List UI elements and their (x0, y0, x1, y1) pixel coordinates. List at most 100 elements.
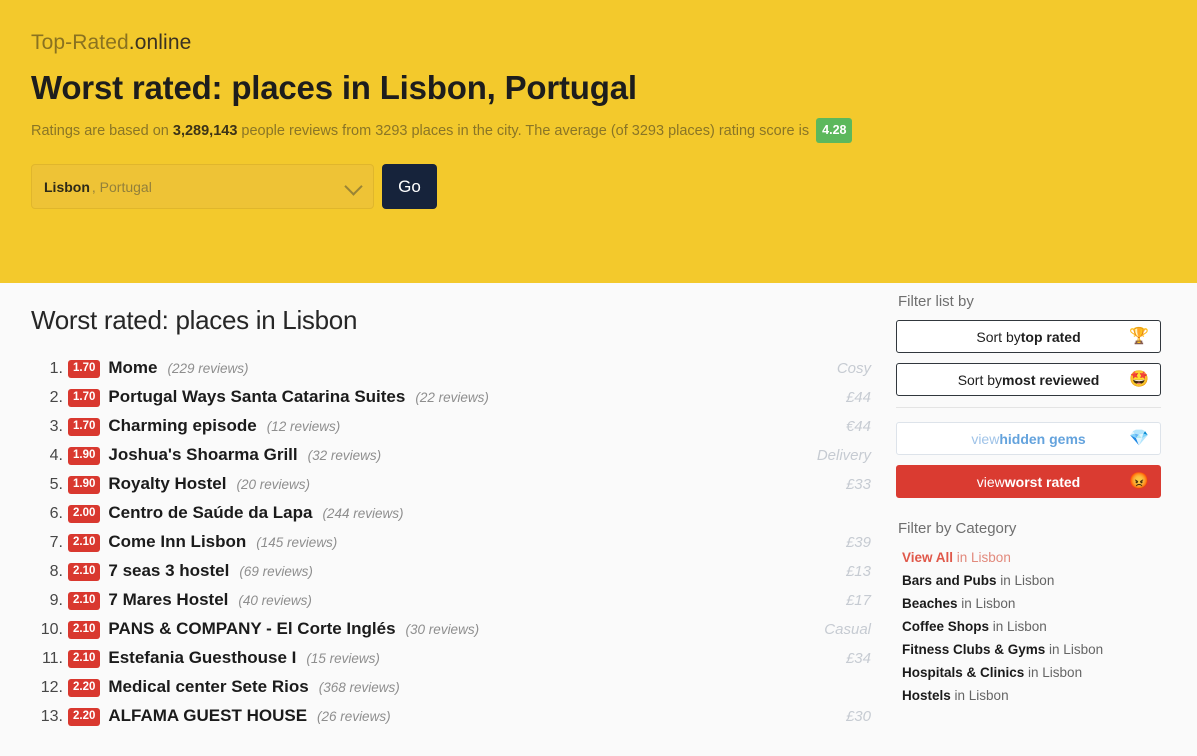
sidebar: Filter list by Sort by top rated 🏆 Sort … (896, 283, 1161, 735)
worst-rated-strong: worst rated (1004, 473, 1081, 490)
list-heading: Worst rated: places in Lisbon (31, 305, 358, 335)
place-name[interactable]: Centro de Saúde da Lapa (108, 503, 312, 523)
sidebar-divider (896, 407, 1161, 408)
list-item[interactable]: 10. 2.10 PANS & COMPANY - El Corte Inglés (… (31, 619, 876, 648)
rank-number: 9. (49, 592, 63, 609)
place-name[interactable]: Medical center Sete Rios (108, 677, 308, 697)
place-tag: Cosy (836, 360, 871, 377)
list-item[interactable]: 3. 1.70 Charming episode (12 reviews) €44 (31, 416, 876, 445)
page-title: Worst rated: places in Lisbon, Portugal (31, 69, 637, 106)
category-name: Fitness Clubs & Gyms (902, 642, 1046, 657)
total-reviews-count: 3,289,143 (172, 123, 238, 139)
review-count: (69 reviews) (239, 564, 313, 579)
score-badge: 2.00 (68, 505, 101, 523)
category-suffix: in Lisbon (1024, 665, 1083, 680)
city-search-row: Lisbon, Portugal Go (31, 164, 1197, 209)
rank-number: 4. (49, 447, 63, 464)
rank-number: 2. (49, 389, 63, 406)
place-name[interactable]: Portugal Ways Santa Catarina Suites (108, 387, 405, 407)
list-item[interactable]: 4. 1.90 Joshua's Shoarma Grill (32 reviews)… (31, 445, 876, 474)
place-tag: £39 (845, 534, 871, 551)
place-name[interactable]: 7 Mares Hostel (108, 590, 228, 610)
category-name: Coffee Shops (902, 619, 990, 634)
rank-number: 12. (40, 679, 63, 696)
category-name: Hostels (902, 688, 951, 703)
city-select-city: Lisbon (44, 178, 90, 195)
city-select[interactable]: Lisbon, Portugal (31, 164, 374, 209)
place-name[interactable]: Charming episode (108, 416, 256, 436)
place-tag: €44 (845, 418, 871, 435)
list-item[interactable]: 5. 1.90 Royalty Hostel (20 reviews) £33 (31, 474, 876, 503)
place-name[interactable]: Mome (108, 358, 157, 378)
place-tag: £44 (845, 389, 871, 406)
place-name[interactable]: ALFAMA GUEST HOUSE (108, 706, 307, 726)
list-item[interactable]: 6. 2.00 Centro de Saúde da Lapa (244 review… (31, 503, 876, 532)
list-item[interactable]: 11. 2.10 Estefania Guesthouse I (15 reviews… (31, 648, 876, 677)
place-tag: Delivery (816, 447, 871, 464)
hidden-gems-strong: hidden gems (999, 430, 1086, 447)
list-item[interactable]: 13. 2.20 ALFAMA GUEST HOUSE (26 reviews) £30 (31, 706, 876, 735)
category-item[interactable]: View All in Lisbon (902, 546, 1161, 569)
place-name[interactable]: Royalty Hostel (108, 474, 226, 494)
category-suffix: in Lisbon (996, 573, 1055, 588)
page-body: Worst rated: places in Lisbon 1. 1.70 Mome… (0, 283, 1197, 735)
score-badge: 2.20 (68, 708, 101, 726)
place-tag: £13 (845, 563, 871, 580)
score-badge: 2.10 (68, 650, 101, 668)
review-count: (145 reviews) (256, 535, 338, 550)
category-suffix: in Lisbon (953, 550, 1011, 565)
category-name: Beaches (902, 596, 958, 611)
average-score-badge: 4.28 (816, 118, 853, 143)
score-badge: 1.90 (68, 447, 101, 465)
list-item[interactable]: 1. 1.70 Mome (229 reviews) Cosy (31, 358, 876, 387)
category-item[interactable]: Fitness Clubs & Gyms in Lisbon (902, 638, 1161, 661)
sort-by-top-rated-button[interactable]: Sort by top rated 🏆 (896, 320, 1161, 353)
sort-top-rated-strong: top rated (1020, 328, 1081, 345)
summary-prefix: Ratings are based on (31, 123, 173, 139)
hidden-gems-prefix: view (971, 430, 1000, 447)
review-count: (368 reviews) (318, 680, 400, 695)
star-struck-icon: 🤩 (1129, 370, 1149, 388)
place-tag: £33 (845, 476, 871, 493)
list-item[interactable]: 12. 2.20 Medical center Sete Rios (368 revi… (31, 677, 876, 706)
category-item[interactable]: Beaches in Lisbon (902, 592, 1161, 615)
city-select-country: , Portugal (91, 178, 152, 195)
place-name[interactable]: Estefania Guesthouse I (108, 648, 296, 668)
site-logo[interactable]: Top-Rated.online (31, 30, 1197, 56)
sort-by-most-reviewed-button[interactable]: Sort by most reviewed 🤩 (896, 363, 1161, 396)
filter-list-heading: Filter list by (898, 293, 974, 310)
score-badge: 1.70 (68, 418, 101, 436)
view-worst-rated-button[interactable]: view worst rated 😡 (896, 465, 1161, 498)
site-header: Top-Rated.online Worst rated: places in … (0, 0, 1197, 283)
place-tag: £34 (845, 650, 871, 667)
sort-most-reviewed-strong: most reviewed (1002, 371, 1100, 388)
list-item[interactable]: 7. 2.10 Come Inn Lisbon (145 reviews) £39 (31, 532, 876, 561)
view-hidden-gems-button[interactable]: view hidden gems 💎 (896, 422, 1161, 455)
place-name[interactable]: Come Inn Lisbon (108, 532, 246, 552)
score-badge: 2.20 (68, 679, 101, 697)
main-column: Worst rated: places in Lisbon 1. 1.70 Mome… (31, 283, 876, 735)
category-item[interactable]: Hostels in Lisbon (902, 684, 1161, 707)
category-item[interactable]: Bars and Pubs in Lisbon (902, 569, 1161, 592)
review-count: (26 reviews) (317, 709, 391, 724)
review-count: (229 reviews) (167, 361, 249, 376)
list-item[interactable]: 8. 2.10 7 seas 3 hostel (69 reviews) £13 (31, 561, 876, 590)
review-count: (244 reviews) (322, 506, 404, 521)
place-name[interactable]: 7 seas 3 hostel (108, 561, 229, 581)
review-count: (22 reviews) (415, 390, 489, 405)
list-item[interactable]: 2. 1.70 Portugal Ways Santa Catarina Suite… (31, 387, 876, 416)
trophy-icon: 🏆 (1129, 327, 1149, 345)
place-name[interactable]: Joshua's Shoarma Grill (108, 445, 297, 465)
sort-most-reviewed-prefix: Sort by (957, 371, 1003, 388)
score-badge: 2.10 (68, 621, 101, 639)
score-badge: 1.70 (68, 389, 101, 407)
place-name[interactable]: PANS & COMPANY - El Corte Inglés (108, 619, 395, 639)
category-suffix: in Lisbon (989, 619, 1047, 634)
worst-rated-list: 1. 1.70 Mome (229 reviews) Cosy 2. 1.70 Portuga… (31, 358, 876, 735)
sort-top-rated-prefix: Sort by (976, 328, 1021, 345)
go-button[interactable]: Go (382, 164, 437, 209)
gem-icon: 💎 (1129, 429, 1149, 447)
list-item[interactable]: 9. 2.10 7 Mares Hostel (40 reviews) £17 (31, 590, 876, 619)
category-item[interactable]: Coffee Shops in Lisbon (902, 615, 1161, 638)
category-item[interactable]: Hospitals & Clinics in Lisbon (902, 661, 1161, 684)
